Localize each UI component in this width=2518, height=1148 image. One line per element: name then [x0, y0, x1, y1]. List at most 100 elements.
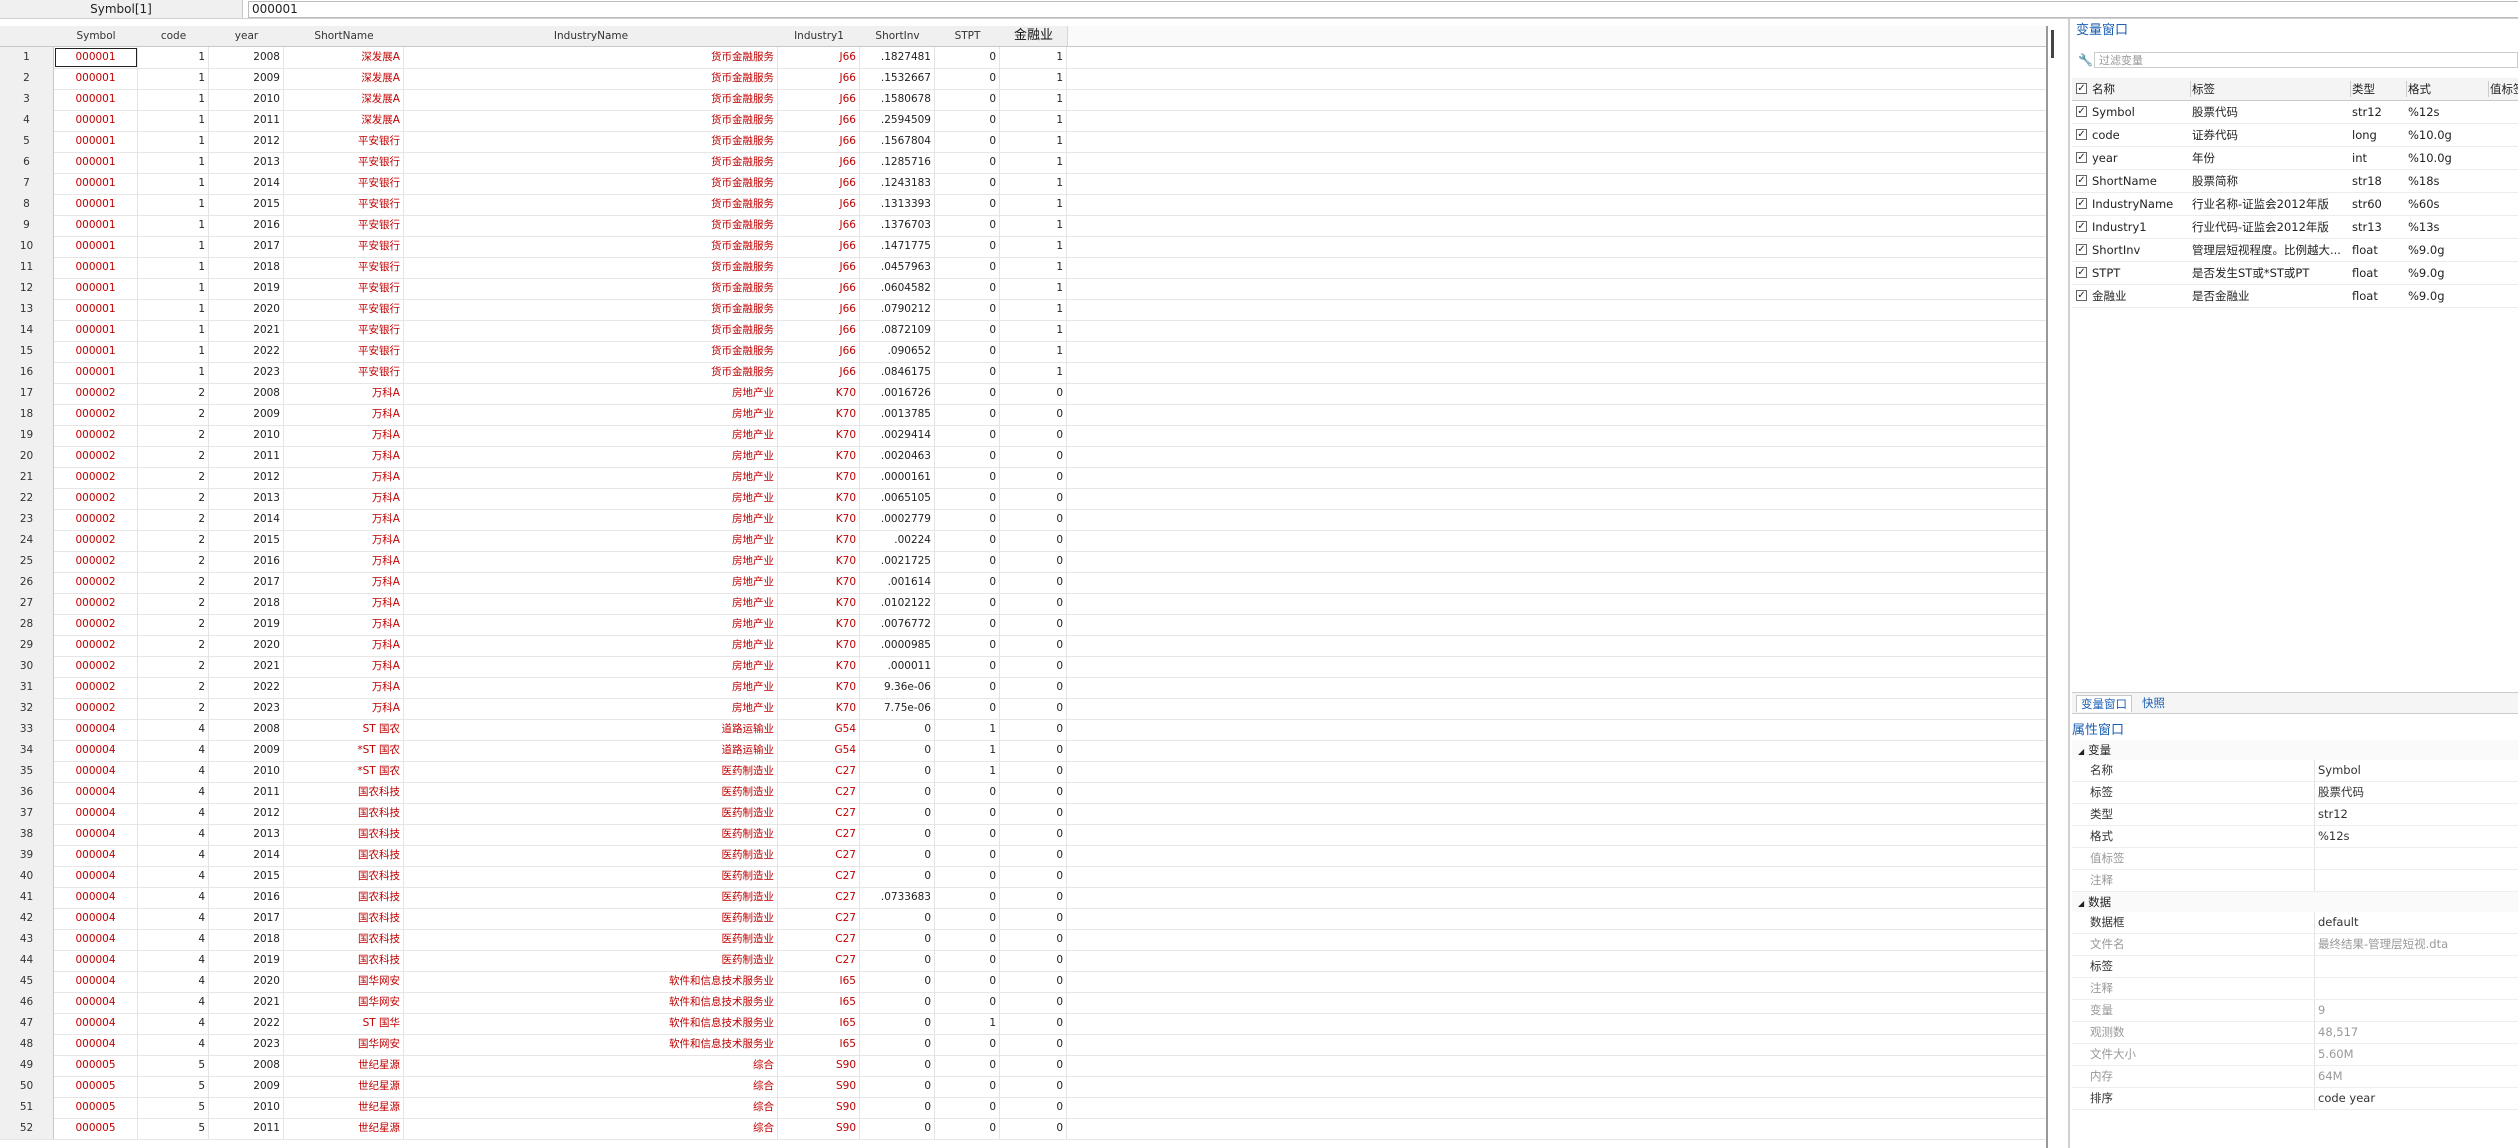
cell-stpt[interactable]: 0	[935, 614, 1000, 635]
table-row[interactable]: 25 000002 2 2016 万科A 房地产业 K70.0021725 0 0	[0, 551, 2048, 573]
cell-code[interactable]: 1	[138, 215, 209, 236]
cell-year[interactable]: 2020	[209, 971, 284, 992]
cell-stpt[interactable]: 0	[935, 68, 1000, 89]
cell-symbol[interactable]: 000001	[54, 299, 138, 320]
cell-industry1[interactable]: K70	[778, 656, 860, 677]
cell-shortinv[interactable]: .1532667	[860, 68, 935, 89]
cell-industry1[interactable]: J66	[778, 236, 860, 257]
cell-industryname[interactable]: 房地产业	[404, 488, 778, 509]
cell-code[interactable]: 1	[138, 278, 209, 299]
cell-shortinv[interactable]: 0	[860, 1076, 935, 1097]
cell-symbol[interactable]: 000004	[54, 803, 138, 824]
table-row[interactable]: 9 000001 1 2016 平安银行 货币金融服务 J66.1376703 0 1	[0, 215, 2048, 237]
property-row[interactable]: 内存 64M	[2072, 1066, 2518, 1088]
checkbox-all[interactable]: ✓	[2076, 83, 2087, 94]
cell-stpt[interactable]: 0	[935, 173, 1000, 194]
col-header-code[interactable]: code	[138, 26, 210, 46]
cell-stpt[interactable]: 0	[935, 488, 1000, 509]
cell-stpt[interactable]: 0	[935, 593, 1000, 614]
cell-stpt[interactable]: 0	[935, 47, 1000, 68]
table-row[interactable]: 45 000004 4 2020 国华网安 软件和信息技术服务业 I65 0 0 0	[0, 971, 2048, 993]
cell-code[interactable]: 5	[138, 1118, 209, 1139]
cell-finance[interactable]: 0	[1000, 866, 1067, 887]
cell-year[interactable]: 2021	[209, 992, 284, 1013]
cell-industryname[interactable]: 医药制造业	[404, 761, 778, 782]
cell-shortname[interactable]: 万科A	[284, 425, 404, 446]
cell-industryname[interactable]: 货币金融服务	[404, 194, 778, 215]
property-row[interactable]: 注释	[2072, 978, 2518, 1000]
cell-symbol[interactable]: 000002	[54, 467, 138, 488]
cell-code[interactable]: 1	[138, 341, 209, 362]
variable-checkbox[interactable]: ✓	[2076, 198, 2087, 209]
variable-row[interactable]: ✓ ShortName 股票简称 str18 %18s	[2072, 170, 2518, 193]
col-header-finance[interactable]: 金融业	[1000, 26, 1068, 46]
row-number[interactable]: 27	[0, 593, 54, 614]
cell-finance[interactable]: 1	[1000, 152, 1067, 173]
row-number[interactable]: 31	[0, 677, 54, 698]
cell-year[interactable]: 2008	[209, 1055, 284, 1076]
cell-year[interactable]: 2012	[209, 131, 284, 152]
variable-checkbox[interactable]: ✓	[2076, 290, 2087, 301]
cell-shortinv[interactable]: .0846175	[860, 362, 935, 383]
table-row[interactable]: 4 000001 1 2011 深发展A 货币金融服务 J66.2594509 0 1	[0, 110, 2048, 132]
cell-industryname[interactable]: 综合	[404, 1076, 778, 1097]
cell-industryname[interactable]: 货币金融服务	[404, 299, 778, 320]
table-row[interactable]: 2 000001 1 2009 深发展A 货币金融服务 J66.1532667 0 1	[0, 68, 2048, 90]
cell-stpt[interactable]: 0	[935, 446, 1000, 467]
cell-industry1[interactable]: J66	[778, 278, 860, 299]
row-number[interactable]: 15	[0, 341, 54, 362]
row-number[interactable]: 46	[0, 992, 54, 1013]
cell-symbol[interactable]: 000002	[54, 425, 138, 446]
cell-stpt[interactable]: 0	[935, 383, 1000, 404]
vh-value-label[interactable]: 值标签	[2490, 78, 2518, 100]
cell-year[interactable]: 2010	[209, 761, 284, 782]
vh-format[interactable]: 格式	[2408, 78, 2488, 100]
cell-industryname[interactable]: 货币金融服务	[404, 110, 778, 131]
table-row[interactable]: 24 000002 2 2015 万科A 房地产业 K70.00224 0 0	[0, 530, 2048, 552]
row-number[interactable]: 52	[0, 1118, 54, 1139]
cell-code[interactable]: 2	[138, 593, 209, 614]
cell-finance[interactable]: 0	[1000, 635, 1067, 656]
cell-industryname[interactable]: 货币金融服务	[404, 47, 778, 68]
cell-symbol[interactable]: 000001	[54, 173, 138, 194]
cell-shortinv[interactable]: 7.75e-06	[860, 698, 935, 719]
cell-stpt[interactable]: 0	[935, 341, 1000, 362]
cell-year[interactable]: 2017	[209, 572, 284, 593]
variable-row[interactable]: ✓ STPT 是否发生ST或*ST或PT float %9.0g	[2072, 262, 2518, 285]
cell-industry1[interactable]: J66	[778, 362, 860, 383]
property-row[interactable]: 变量 9	[2072, 1000, 2518, 1022]
row-number[interactable]: 30	[0, 656, 54, 677]
cell-industry1[interactable]: S90	[778, 1118, 860, 1139]
row-number[interactable]: 40	[0, 866, 54, 887]
cell-shortname[interactable]: 平安银行	[284, 173, 404, 194]
cell-industry1[interactable]: J66	[778, 194, 860, 215]
cell-code[interactable]: 4	[138, 845, 209, 866]
cell-industryname[interactable]: 房地产业	[404, 593, 778, 614]
cell-industryname[interactable]: 医药制造业	[404, 824, 778, 845]
cell-industry1[interactable]: J66	[778, 47, 860, 68]
col-header-stpt[interactable]: STPT	[935, 26, 1001, 46]
cell-finance[interactable]: 1	[1000, 362, 1067, 383]
cell-shortname[interactable]: *ST 国农	[284, 740, 404, 761]
cell-symbol[interactable]: 000004	[54, 929, 138, 950]
cell-shortname[interactable]: 国华网安	[284, 1034, 404, 1055]
cell-shortname[interactable]: 世纪星源	[284, 1076, 404, 1097]
table-row[interactable]: 51 000005 5 2010 世纪星源 综合 S90 0 0 0	[0, 1097, 2048, 1119]
cell-symbol[interactable]: 000002	[54, 635, 138, 656]
cell-industryname[interactable]: 综合	[404, 1097, 778, 1118]
cell-shortinv[interactable]: .00224	[860, 530, 935, 551]
cell-year[interactable]: 2010	[209, 425, 284, 446]
cell-year[interactable]: 2016	[209, 887, 284, 908]
cell-shortname[interactable]: 国农科技	[284, 845, 404, 866]
cell-industryname[interactable]: 货币金融服务	[404, 341, 778, 362]
cell-stpt[interactable]: 1	[935, 1013, 1000, 1034]
col-header-year[interactable]: year	[209, 26, 285, 46]
cell-symbol[interactable]: 000001	[54, 68, 138, 89]
table-row[interactable]: 52 000005 5 2011 世纪星源 综合 S90 0 0 0	[0, 1118, 2048, 1140]
cell-industry1[interactable]: C27	[778, 761, 860, 782]
cell-stpt[interactable]: 0	[935, 677, 1000, 698]
cell-finance[interactable]: 0	[1000, 656, 1067, 677]
cell-finance[interactable]: 0	[1000, 1076, 1067, 1097]
cell-shortinv[interactable]: 0	[860, 1097, 935, 1118]
cell-shortname[interactable]: 国华网安	[284, 971, 404, 992]
